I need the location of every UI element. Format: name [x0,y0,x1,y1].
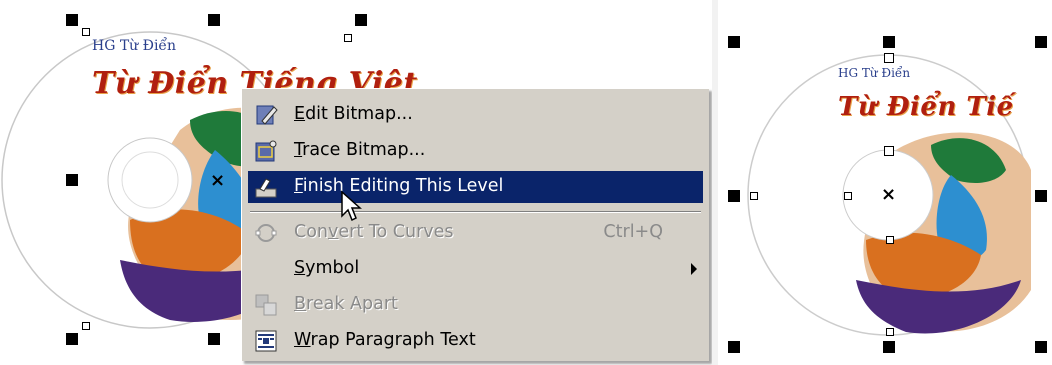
menu-item-finish-editing[interactable]: Finish Editing This Level [248,171,703,203]
selection-handle-top-center[interactable] [208,14,220,26]
mouse-pointer-icon [340,190,364,222]
menu-item-break-apart[interactable]: Break Apart [248,289,703,321]
selection-handle-bottom-left[interactable] [728,341,740,353]
menu-item-label: Wrap Paragraph Text [294,330,476,350]
menu-item-convert-to-curves[interactable]: Convert To Curves Ctrl+Q [248,217,703,249]
selection-handle-middle-left[interactable] [66,174,78,186]
node-handle-inner-bottom[interactable] [886,236,894,244]
node-handle-top-right[interactable] [344,34,352,42]
trace-bitmap-icon [254,139,278,163]
menu-item-label: Convert To Curves [294,222,454,242]
menu-item-label: Finish Editing This Level [294,176,504,196]
selection-handle-bottom-right[interactable] [1035,341,1047,353]
left-canvas-panel: HG Từ Điển Từ Điển Tiếng Việt × Edit Bit… [0,0,712,365]
node-handle-left[interactable] [750,192,758,200]
selection-handle-top-center[interactable] [883,36,895,48]
menu-item-shortcut: Ctrl+Q [603,222,663,242]
selection-handle-top-right[interactable] [355,14,367,26]
selection-handle-top-left[interactable] [728,36,740,48]
menu-item-label: Trace Bitmap... [294,140,426,160]
selection-handle-bottom-left[interactable] [66,333,78,345]
rotation-center-icon[interactable]: × [881,186,896,204]
rotation-center-icon[interactable]: × [210,172,225,190]
break-apart-icon [254,293,278,317]
selection-handle-top-left[interactable] [66,14,78,26]
cd-title: Từ Điển Tiế [838,92,1014,122]
menu-item-wrap-paragraph-text[interactable]: Wrap Paragraph Text [248,325,703,357]
selection-handle-bottom-center[interactable] [883,341,895,353]
menu-item-symbol[interactable]: Symbol [248,253,703,285]
node-handle-bottom-left[interactable] [82,322,90,330]
menu-item-label: Break Apart [294,294,398,314]
context-menu: Edit Bitmap... Trace Bitmap... Finish Ed… [241,88,709,361]
edit-bitmap-icon [254,103,278,127]
node-handle-inner-top[interactable] [884,146,894,156]
node-handle-top-left[interactable] [82,28,90,36]
selection-handle-middle-right[interactable] [1035,190,1047,202]
finish-editing-icon [254,175,278,199]
node-handle-inner-left[interactable] [844,192,852,200]
menu-item-trace-bitmap[interactable]: Trace Bitmap... [248,135,703,167]
right-canvas-panel: HG Từ Điển Từ Điển Tiế × [718,0,1052,365]
selection-handle-top-right[interactable] [1035,36,1047,48]
node-handle-bottom[interactable] [886,328,894,336]
menu-item-label: Edit Bitmap... [294,104,413,124]
submenu-arrow-icon [691,263,697,275]
convert-curves-icon [254,221,278,245]
menu-item-label: Symbol [294,258,360,278]
selection-handle-bottom-center[interactable] [208,333,220,345]
cd-small-label: HG Từ Điển [838,66,911,80]
node-handle-top[interactable] [884,53,894,63]
cd-small-label: HG Từ Điển [92,38,177,54]
menu-item-edit-bitmap[interactable]: Edit Bitmap... [248,99,703,131]
menu-separator [250,211,701,213]
selection-handle-middle-left[interactable] [728,190,740,202]
wrap-paragraph-icon [254,329,278,353]
